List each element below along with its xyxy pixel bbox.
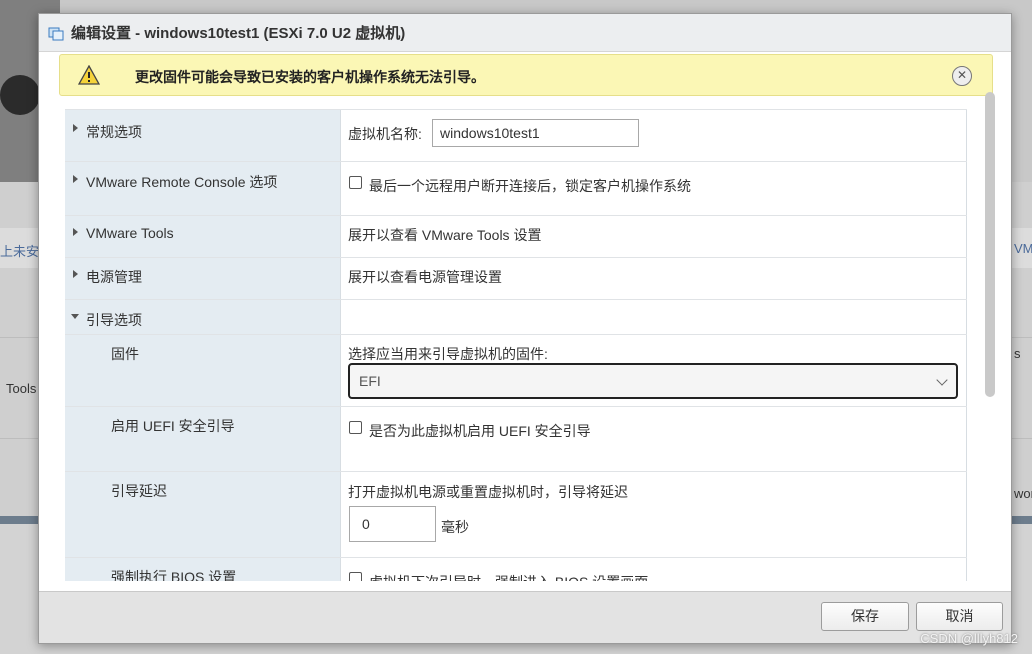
warning-triangle-icon [78, 65, 100, 85]
watermark: CSDN @lllyh812 [920, 631, 1018, 646]
firmware-prompt: 选择应当用来引导虚拟机的固件: [348, 346, 548, 362]
caret-right-icon [73, 124, 78, 132]
section-header-power[interactable]: 电源管理 [65, 258, 341, 299]
row-boot: 引导选项 [65, 299, 967, 334]
background-text: s [1014, 346, 1021, 361]
row-vmrc: VMware Remote Console 选项 最后一个远程用户断开连接后，锁… [65, 161, 967, 215]
boot-delay-unit: 毫秒 [441, 519, 469, 535]
background-text: Tools [6, 381, 37, 396]
row-power: 电源管理 展开以查看电源管理设置 [65, 257, 967, 299]
cancel-button[interactable]: 取消 [916, 602, 1003, 631]
boot-delay-prompt: 打开虚拟机电源或重置虚拟机时，引导将延迟 [348, 484, 628, 500]
section-header-boot[interactable]: 引导选项 [65, 300, 341, 334]
row-secure-boot: 启用 UEFI 安全引导 是否为此虚拟机启用 UEFI 安全引导 [65, 406, 967, 471]
chevron-down-icon [936, 374, 948, 386]
dialog-title: 编辑设置 - windows10test1 (ESXi 7.0 U2 虚拟机) [71, 25, 406, 42]
section-header-general[interactable]: 常规选项 [65, 110, 341, 161]
row-force-bios: 强制执行 BIOS 设置 虚拟机下次引导时，强制进入 BIOS 设置画面 [65, 557, 967, 581]
background-text: 上未安 [0, 244, 40, 259]
caret-down-icon [71, 314, 79, 319]
warning-text: 更改固件可能会导致已安装的客户机操作系统无法引导。 [135, 69, 485, 85]
section-header-vmrc[interactable]: VMware Remote Console 选项 [65, 162, 341, 215]
caret-right-icon [73, 175, 78, 183]
checkbox-label: 是否为此虚拟机启用 UEFI 安全引导 [369, 423, 591, 439]
row-boot-delay: 引导延迟 打开虚拟机电源或重置虚拟机时，引导将延迟 毫秒 [65, 471, 967, 557]
force-bios-checkbox[interactable] [349, 572, 362, 581]
edit-settings-dialog: 编辑设置 - windows10test1 (ESXi 7.0 U2 虚拟机) … [38, 13, 1012, 644]
settings-panel: 常规选项 虚拟机名称: VMware Remote Console 选项 最后一… [65, 109, 967, 581]
secure-boot-label: 启用 UEFI 安全引导 [111, 418, 235, 434]
firmware-label: 固件 [111, 346, 139, 362]
section-label: VMware Remote Console 选项 [86, 174, 278, 190]
section-label: 引导选项 [86, 312, 142, 328]
vm-name-input[interactable] [432, 119, 639, 147]
save-button[interactable]: 保存 [821, 602, 909, 631]
checkbox-label: 虚拟机下次引导时，强制进入 BIOS 设置画面 [369, 572, 648, 581]
dialog-footer: 保存 取消 [39, 591, 1011, 643]
row-general: 常规选项 虚拟机名称: [65, 109, 967, 161]
warning-banner: 更改固件可能会导致已安装的客户机操作系统无法引导。 ✕ [59, 54, 993, 96]
force-bios-label: 强制执行 BIOS 设置 [111, 569, 237, 581]
boot-delay-label: 引导延迟 [111, 483, 167, 499]
row-tools: VMware Tools 展开以查看 VMware Tools 设置 [65, 215, 967, 257]
background-logo [0, 75, 40, 115]
section-label: 常规选项 [86, 124, 142, 140]
vm-settings-icon [48, 27, 64, 40]
boot-delay-input[interactable] [349, 506, 436, 542]
background-text: wor [1014, 486, 1032, 501]
firmware-select[interactable]: EFI [348, 363, 958, 399]
dialog-titlebar[interactable]: 编辑设置 - windows10test1 (ESXi 7.0 U2 虚拟机) [39, 14, 1011, 52]
vertical-scrollbar[interactable] [985, 92, 995, 397]
section-hint: 展开以查看 VMware Tools 设置 [348, 227, 542, 243]
secure-boot-checkbox[interactable] [349, 421, 362, 434]
section-header-tools[interactable]: VMware Tools [65, 216, 341, 257]
close-circle-icon[interactable]: ✕ [952, 66, 972, 86]
section-hint: 展开以查看电源管理设置 [348, 269, 502, 285]
section-label: 电源管理 [86, 269, 142, 285]
background-text: VM [1014, 241, 1032, 256]
row-firmware: 固件 选择应当用来引导虚拟机的固件: EFI [65, 334, 967, 406]
section-label: VMware Tools [86, 225, 174, 241]
checkbox-label: 最后一个远程用户断开连接后，锁定客户机操作系统 [369, 178, 691, 194]
vm-name-label: 虚拟机名称: [348, 126, 422, 142]
caret-right-icon [73, 228, 78, 236]
lock-guest-checkbox[interactable] [349, 176, 362, 189]
caret-right-icon [73, 270, 78, 278]
firmware-selected-value: EFI [359, 373, 381, 389]
